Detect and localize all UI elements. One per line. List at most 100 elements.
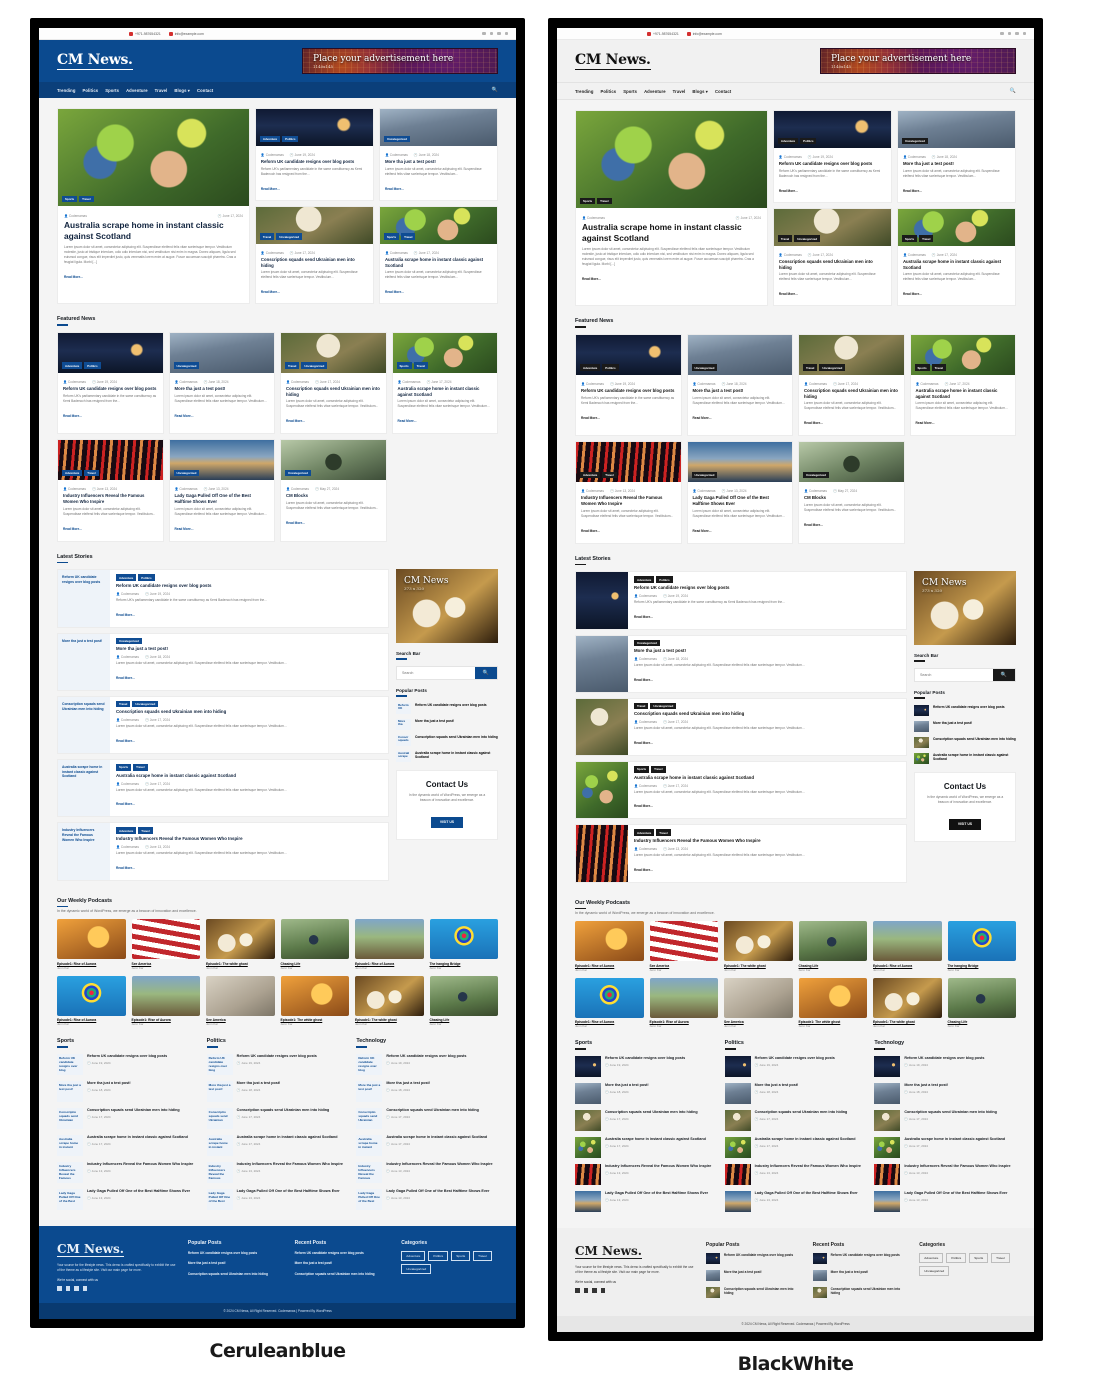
category-badge[interactable]: Travel <box>803 364 818 371</box>
category-item[interactable]: More tha just a test post! 🕒 June 18, 202… <box>575 1082 717 1104</box>
category-item[interactable]: More tha just a test post! More tha just … <box>57 1080 199 1102</box>
news-card[interactable]: Sports Travel 👤 Codemamas 🕒 June 17, 2024 Au… <box>909 333 1016 437</box>
category-badge[interactable]: Travel <box>656 829 671 836</box>
read-more-link[interactable]: Read More... <box>385 290 404 294</box>
category-pill[interactable]: Travel <box>473 1250 492 1261</box>
podcast-item[interactable]: Chasing Life Jenn Kar <box>429 975 498 1026</box>
category-item[interactable]: Conscription squads send Ukrainian men i… <box>874 1109 1016 1131</box>
footer-post-item[interactable]: Conscription squads send Ukrainian men i… <box>705 1286 803 1298</box>
category-item[interactable]: Conscription squads send Ukrainian men i… <box>724 1109 867 1131</box>
category-badge[interactable]: Travel <box>259 233 275 240</box>
read-more-link[interactable]: Read More... <box>385 187 404 191</box>
category-item[interactable]: Reform UK candidate resigns over blog Ref… <box>356 1053 498 1075</box>
podcast-item[interactable]: Episode1: Rise of Aurora Jenn Kar <box>355 919 424 970</box>
card-title[interactable]: Conscription squads send Ukrainian men i… <box>261 257 368 269</box>
category-badge[interactable]: Uncategorized <box>285 469 311 477</box>
podcast-item[interactable]: Episode1: The white ghost Jenn Kar <box>280 975 349 1026</box>
footer-post-item[interactable]: Conscription squads send Ukrainian men i… <box>188 1272 285 1276</box>
read-more-link[interactable]: Read More... <box>286 419 305 423</box>
nav-item[interactable]: Adventure <box>644 89 666 94</box>
card-title[interactable]: CM Blocks <box>286 493 381 499</box>
category-item[interactable]: Reform UK candidate resigns over blog po… <box>874 1055 1016 1077</box>
card-title[interactable]: Reform UK candidate resigns over blog po… <box>581 388 676 394</box>
category-badge[interactable]: Uncategorized <box>276 233 303 240</box>
read-more-link[interactable]: Read More... <box>634 741 653 745</box>
category-badge[interactable]: Politics <box>282 135 299 142</box>
category-item-title[interactable]: Australia scrape home in instant classic… <box>904 1137 1005 1142</box>
category-badge[interactable]: Travel <box>777 235 793 242</box>
category-item-title[interactable]: Industry Influencers Reveal the Famous W… <box>755 1164 861 1169</box>
category-item-title[interactable]: Reform UK candidate resigns over blog po… <box>605 1056 685 1061</box>
read-more-link[interactable]: Read More... <box>804 523 823 527</box>
category-item[interactable]: More tha just a test post! 🕒 June 18, 202… <box>874 1082 1016 1104</box>
category-item-title[interactable]: Reform UK candidate resigns over blog po… <box>904 1056 984 1061</box>
story-row[interactable]: More tha just a test post! Uncategorized M… <box>57 632 389 691</box>
category-pill[interactable]: Sports <box>969 1252 989 1263</box>
category-item[interactable]: Industry Influencers Reveal the Famous W… <box>575 1163 717 1185</box>
news-card[interactable]: Sports Travel 👤 Codemamas 🕒 June 17, 2024 Au… <box>378 205 498 305</box>
read-more-link[interactable]: Read More... <box>903 189 922 193</box>
category-badge[interactable]: Travel <box>919 235 934 242</box>
category-item[interactable]: Australia scrape home in instant Australi… <box>356 1134 498 1156</box>
news-card[interactable]: Travel Uncategorized 👤 Codemamas 🕒 June 17,… <box>280 331 387 435</box>
category-item-title[interactable]: Lady Gaga Pulled Off One of the Best Hal… <box>755 1191 858 1196</box>
footer-logo[interactable]: CM News. <box>575 1244 642 1260</box>
category-item-title[interactable]: Australia scrape home in instant classic… <box>386 1135 487 1140</box>
category-item[interactable]: Industry Influencers Reveal the Famous In… <box>57 1161 199 1183</box>
category-item[interactable]: Reform UK candidate resigns over blog Ref… <box>57 1053 199 1075</box>
popular-post-item[interactable]: Conscription squads send Ukrainian men i… <box>914 736 1016 748</box>
category-badge[interactable]: Adventure <box>580 471 601 479</box>
instagram-icon[interactable] <box>1007 31 1011 36</box>
nav-item[interactable]: Blogs ▾ <box>174 88 190 93</box>
story-row[interactable]: Adventure Travel Industry Influencers Reve… <box>575 824 907 883</box>
category-badge[interactable]: Travel <box>84 469 99 477</box>
news-card[interactable]: Adventure Politics 👤 Codemamas 🕒 June 19, 2… <box>772 110 892 203</box>
category-item-title[interactable]: Industry Influencers Reveal the Famous W… <box>904 1164 1010 1169</box>
hero-main-card[interactable]: Sports Travel 👤 Codemamas 🕒 June 17, 2024 Au… <box>57 108 250 305</box>
pinterest-icon[interactable] <box>592 1288 597 1293</box>
card-title[interactable]: Reform UK candidate resigns over blog po… <box>63 386 158 392</box>
nav-item[interactable]: Blogs ▾ <box>692 89 708 94</box>
card-title[interactable]: Lady Gaga Pulled Off One of the Best Hal… <box>693 495 788 507</box>
category-badge[interactable]: Adventure <box>777 137 799 144</box>
pinterest-icon[interactable] <box>74 1286 79 1291</box>
category-item-title[interactable]: Australia scrape home in instant classic… <box>87 1135 188 1140</box>
nav-item[interactable]: Adventure <box>126 88 148 93</box>
category-item-title[interactable]: Conscription squads send Ukrainian men i… <box>87 1108 180 1113</box>
footer-post-item[interactable]: Conscription squads send Ukrainian men i… <box>295 1272 392 1276</box>
read-more-link[interactable]: Read More... <box>64 275 83 279</box>
category-item[interactable]: Reform UK candidate resigns over blog po… <box>575 1055 717 1077</box>
card-title[interactable]: Australia scrape home in instant classic… <box>916 388 1011 400</box>
popular-post-item[interactable]: Australia scrape home in instant classic… <box>914 752 1016 764</box>
news-card[interactable]: Adventure Politics 👤 Codemamas 🕒 June 19, 2… <box>57 331 164 435</box>
podcast-item[interactable]: Episode1: Rise of Aurora Jenn Kar <box>131 975 200 1026</box>
category-badge[interactable]: Adventure <box>580 364 601 371</box>
category-item[interactable]: Lady Gaga Pulled Off One of the Best Hal… <box>874 1190 1016 1212</box>
category-badge[interactable]: Travel <box>597 197 612 204</box>
podcast-item[interactable]: Episode1: Rise of Aurora Jenn Kar <box>57 975 126 1026</box>
category-item-title[interactable]: Conscription squads send Ukrainian men i… <box>386 1108 479 1113</box>
card-title[interactable]: More tha just a test post! <box>903 161 1010 167</box>
category-item-title[interactable]: Lady Gaga Pulled Off One of the Best Hal… <box>605 1191 708 1196</box>
popular-post-item[interactable]: More tha just a test post! <box>914 720 1016 732</box>
category-badge[interactable]: Sports <box>116 764 132 771</box>
card-title[interactable]: Australia scrape home in instant classic… <box>385 257 492 269</box>
hero-main-card[interactable]: Sports Travel 👤 Codemamas 🕒 June 17, 2024 Au… <box>575 110 768 307</box>
category-item[interactable]: Industry Influencers Reveal the Famous In… <box>356 1161 498 1183</box>
story-title[interactable]: Conscription squads send Ukrainian men i… <box>634 711 900 717</box>
news-card[interactable]: Adventure Politics 👤 Codemamas 🕒 June 19, 2… <box>575 333 682 437</box>
popular-post-item[interactable]: More tha More tha just a test post! <box>396 718 498 730</box>
news-card[interactable]: Uncategorized 👤 Codemamas 🕒 June 18, 2024 M… <box>378 108 498 201</box>
read-more-link[interactable]: Read More... <box>779 292 798 296</box>
sidebar-ad[interactable]: CM News 373 x 320 <box>396 569 498 643</box>
category-item[interactable]: Australia scrape home in instant classic… <box>874 1136 1016 1158</box>
category-badge[interactable]: Uncategorized <box>116 637 142 645</box>
facebook-icon[interactable] <box>57 1286 62 1291</box>
category-pill[interactable]: Uncategorized <box>919 1265 950 1276</box>
news-card[interactable]: Travel Uncategorized 👤 Codemamas 🕒 June 17,… <box>772 207 892 307</box>
category-badge[interactable]: Politics <box>656 576 673 583</box>
category-badge[interactable]: Politics <box>138 574 155 581</box>
instagram-icon[interactable] <box>583 1288 588 1293</box>
category-badge[interactable]: Uncategorized <box>901 137 928 144</box>
search-button[interactable]: 🔍 <box>993 668 1015 681</box>
